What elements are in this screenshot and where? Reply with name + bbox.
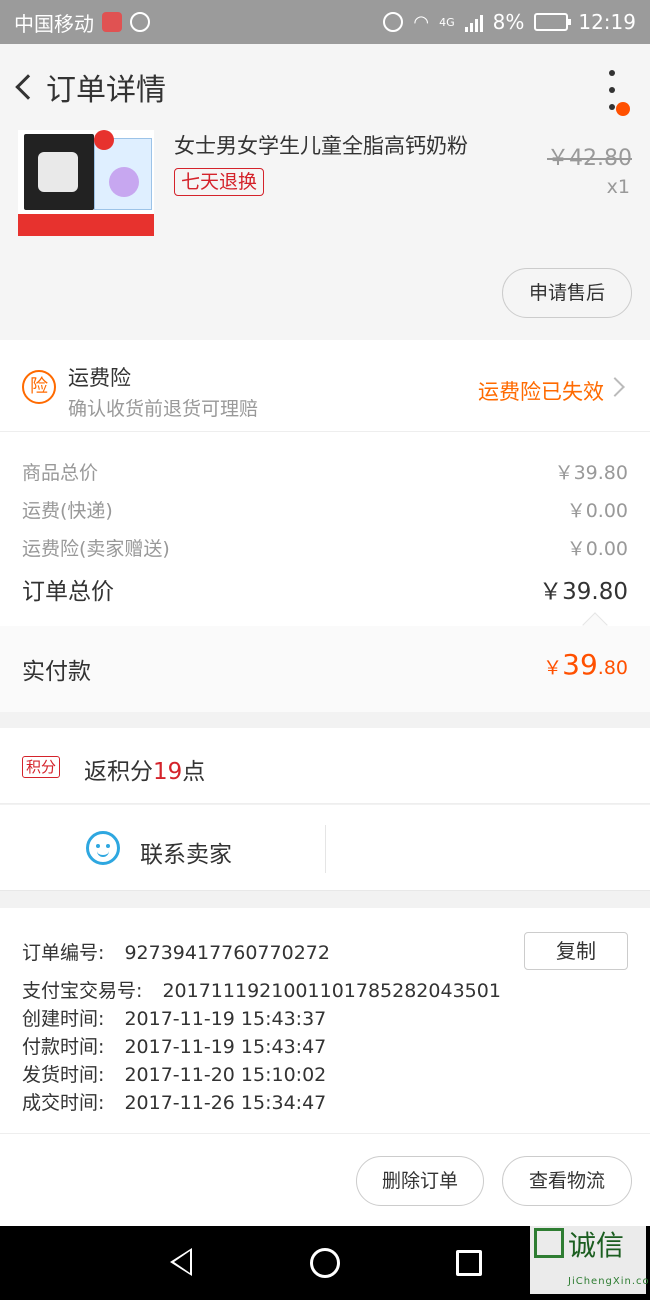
goods-total-row: 商品总价 ￥39.80 [22, 458, 628, 485]
view-logistics-button[interactable]: 查看物流 [502, 1156, 632, 1206]
payment-decimal: .80 [597, 657, 628, 679]
product-section: 女士男女学生儿童全脂高钙奶粉 七天退换 ￥42.80 x1 申请售后 [0, 130, 650, 340]
order-number-row: 订单编号: 92739417760770272 [22, 938, 330, 965]
paid-time-label: 付款时间: [22, 1036, 105, 1058]
contact-seller-button[interactable]: 联系卖家 [0, 805, 325, 891]
insurance-fee-row: 运费险(卖家赠送) ￥0.00 [22, 534, 628, 561]
points-suffix: 点 [182, 759, 206, 785]
notification-dot [616, 102, 630, 116]
page-title: 订单详情 [46, 73, 166, 108]
battery-icon [534, 13, 572, 31]
divider [325, 825, 326, 873]
system-recents-icon[interactable] [456, 1250, 482, 1276]
shipped-time-row: 发货时间: 2017-11-20 15:10:02 [22, 1060, 326, 1087]
order-info-section: 订单编号: 92739417760770272 复制 支付宝交易号: 20171… [0, 908, 650, 1134]
order-total-label: 订单总价 [22, 579, 114, 605]
actual-payment-amount: ￥ 39 .80 [543, 648, 628, 681]
product-name[interactable]: 女士男女学生儿童全脂高钙奶粉 [174, 130, 468, 160]
battery-percent: 8% [492, 10, 525, 34]
points-badge: 积分 [22, 756, 61, 778]
watermark-logo-icon [534, 1228, 564, 1258]
order-number-label: 订单编号: [22, 942, 105, 964]
app-notification-icon [102, 12, 122, 32]
carrier-label: 中国移动 [14, 11, 94, 36]
watermark: 诚信 JiChengXin.com [530, 1224, 650, 1294]
goods-total-label: 商品总价 [22, 462, 99, 484]
action-bar: 删除订单 查看物流 [0, 1134, 650, 1226]
shield-notification-icon [130, 12, 150, 32]
contact-section: 联系卖家 [0, 805, 650, 891]
seven-day-return-badge: 七天退换 [174, 168, 265, 196]
created-time-row: 创建时间: 2017-11-19 15:43:37 [22, 1004, 326, 1031]
payment-currency: ￥ [543, 657, 563, 679]
created-time-value: 2017-11-19 15:43:37 [124, 1008, 327, 1030]
shipped-time-value: 2017-11-20 15:10:02 [124, 1064, 327, 1086]
order-total-row: 订单总价 ￥39.80 [22, 572, 628, 606]
alipay-number-row: 支付宝交易号: 2017111921001101785282043501 [22, 976, 501, 1003]
actual-payment-row: 实付款 ￥ 39 .80 [0, 612, 650, 712]
order-number-value: 92739417760770272 [124, 942, 330, 964]
network-type-label: 4G [439, 15, 455, 29]
completed-time-row: 成交时间: 2017-11-26 15:34:47 [22, 1088, 326, 1115]
nav-bar: 订单详情 [0, 44, 650, 130]
shipping-fee-value: ￥0.00 [566, 500, 628, 522]
insurance-description: 确认收货前退货可理赔 [68, 398, 259, 420]
alipay-number-value: 2017111921001101785282043501 [162, 980, 501, 1002]
chat-icon [86, 831, 120, 865]
payment-integer: 39 [562, 648, 598, 681]
shipping-fee-row: 运费(快递) ￥0.00 [22, 496, 628, 523]
insurance-fee-value: ￥0.00 [566, 538, 628, 560]
system-home-icon[interactable] [310, 1248, 340, 1278]
alarm-icon [383, 12, 404, 32]
points-prefix: 返积分 [84, 759, 153, 785]
alipay-number-label: 支付宝交易号: [22, 980, 143, 1002]
original-price: ￥42.80 [547, 146, 632, 171]
points-count: 19 [153, 759, 183, 785]
created-time-label: 创建时间: [22, 1008, 105, 1030]
delete-order-button[interactable]: 删除订单 [356, 1156, 484, 1206]
paid-time-value: 2017-11-19 15:43:47 [124, 1036, 327, 1058]
copy-button[interactable]: 复制 [524, 932, 628, 970]
insurance-title: 运费险 [68, 366, 131, 390]
actual-payment-label: 实付款 [22, 659, 91, 685]
insurance-icon: 险 [22, 370, 56, 404]
insurance-status: 运费险已失效 [478, 380, 604, 404]
shipped-time-label: 发货时间: [22, 1064, 105, 1086]
product-image[interactable] [18, 130, 154, 236]
goods-total-value: ￥39.80 [554, 462, 628, 484]
points-text: 返积分19点 [84, 752, 205, 786]
product-quantity: x1 [606, 176, 630, 198]
paid-time-row: 付款时间: 2017-11-19 15:43:47 [22, 1032, 326, 1059]
signal-icon [464, 12, 483, 32]
order-total-value: ￥39.80 [539, 579, 628, 605]
shipping-fee-label: 运费(快递) [22, 500, 113, 522]
wifi-icon: ◠ [413, 11, 430, 33]
after-sale-button[interactable]: 申请售后 [502, 268, 632, 318]
watermark-text: 诚信 [568, 1229, 625, 1262]
chevron-right-icon [605, 377, 625, 397]
contact-seller-label: 联系卖家 [140, 842, 232, 868]
completed-time-value: 2017-11-26 15:34:47 [124, 1092, 327, 1114]
back-icon[interactable] [2, 44, 46, 130]
status-bar: 中国移动 ◠ 4G 8% 12:19 [0, 0, 650, 44]
points-row: 积分 返积分19点 [0, 728, 650, 804]
system-back-icon[interactable] [170, 1248, 192, 1276]
insurance-fee-label: 运费险(卖家赠送) [22, 538, 170, 560]
price-summary: 商品总价 ￥39.80 运费(快递) ￥0.00 运费险(卖家赠送) ￥0.00… [0, 432, 650, 626]
completed-time-label: 成交时间: [22, 1092, 105, 1114]
watermark-subtext: JiChengXin.com [568, 1276, 650, 1287]
clock: 12:19 [578, 10, 636, 34]
shipping-insurance-row[interactable]: 险 运费险 确认收货前退货可理赔 运费险已失效 [0, 340, 650, 432]
